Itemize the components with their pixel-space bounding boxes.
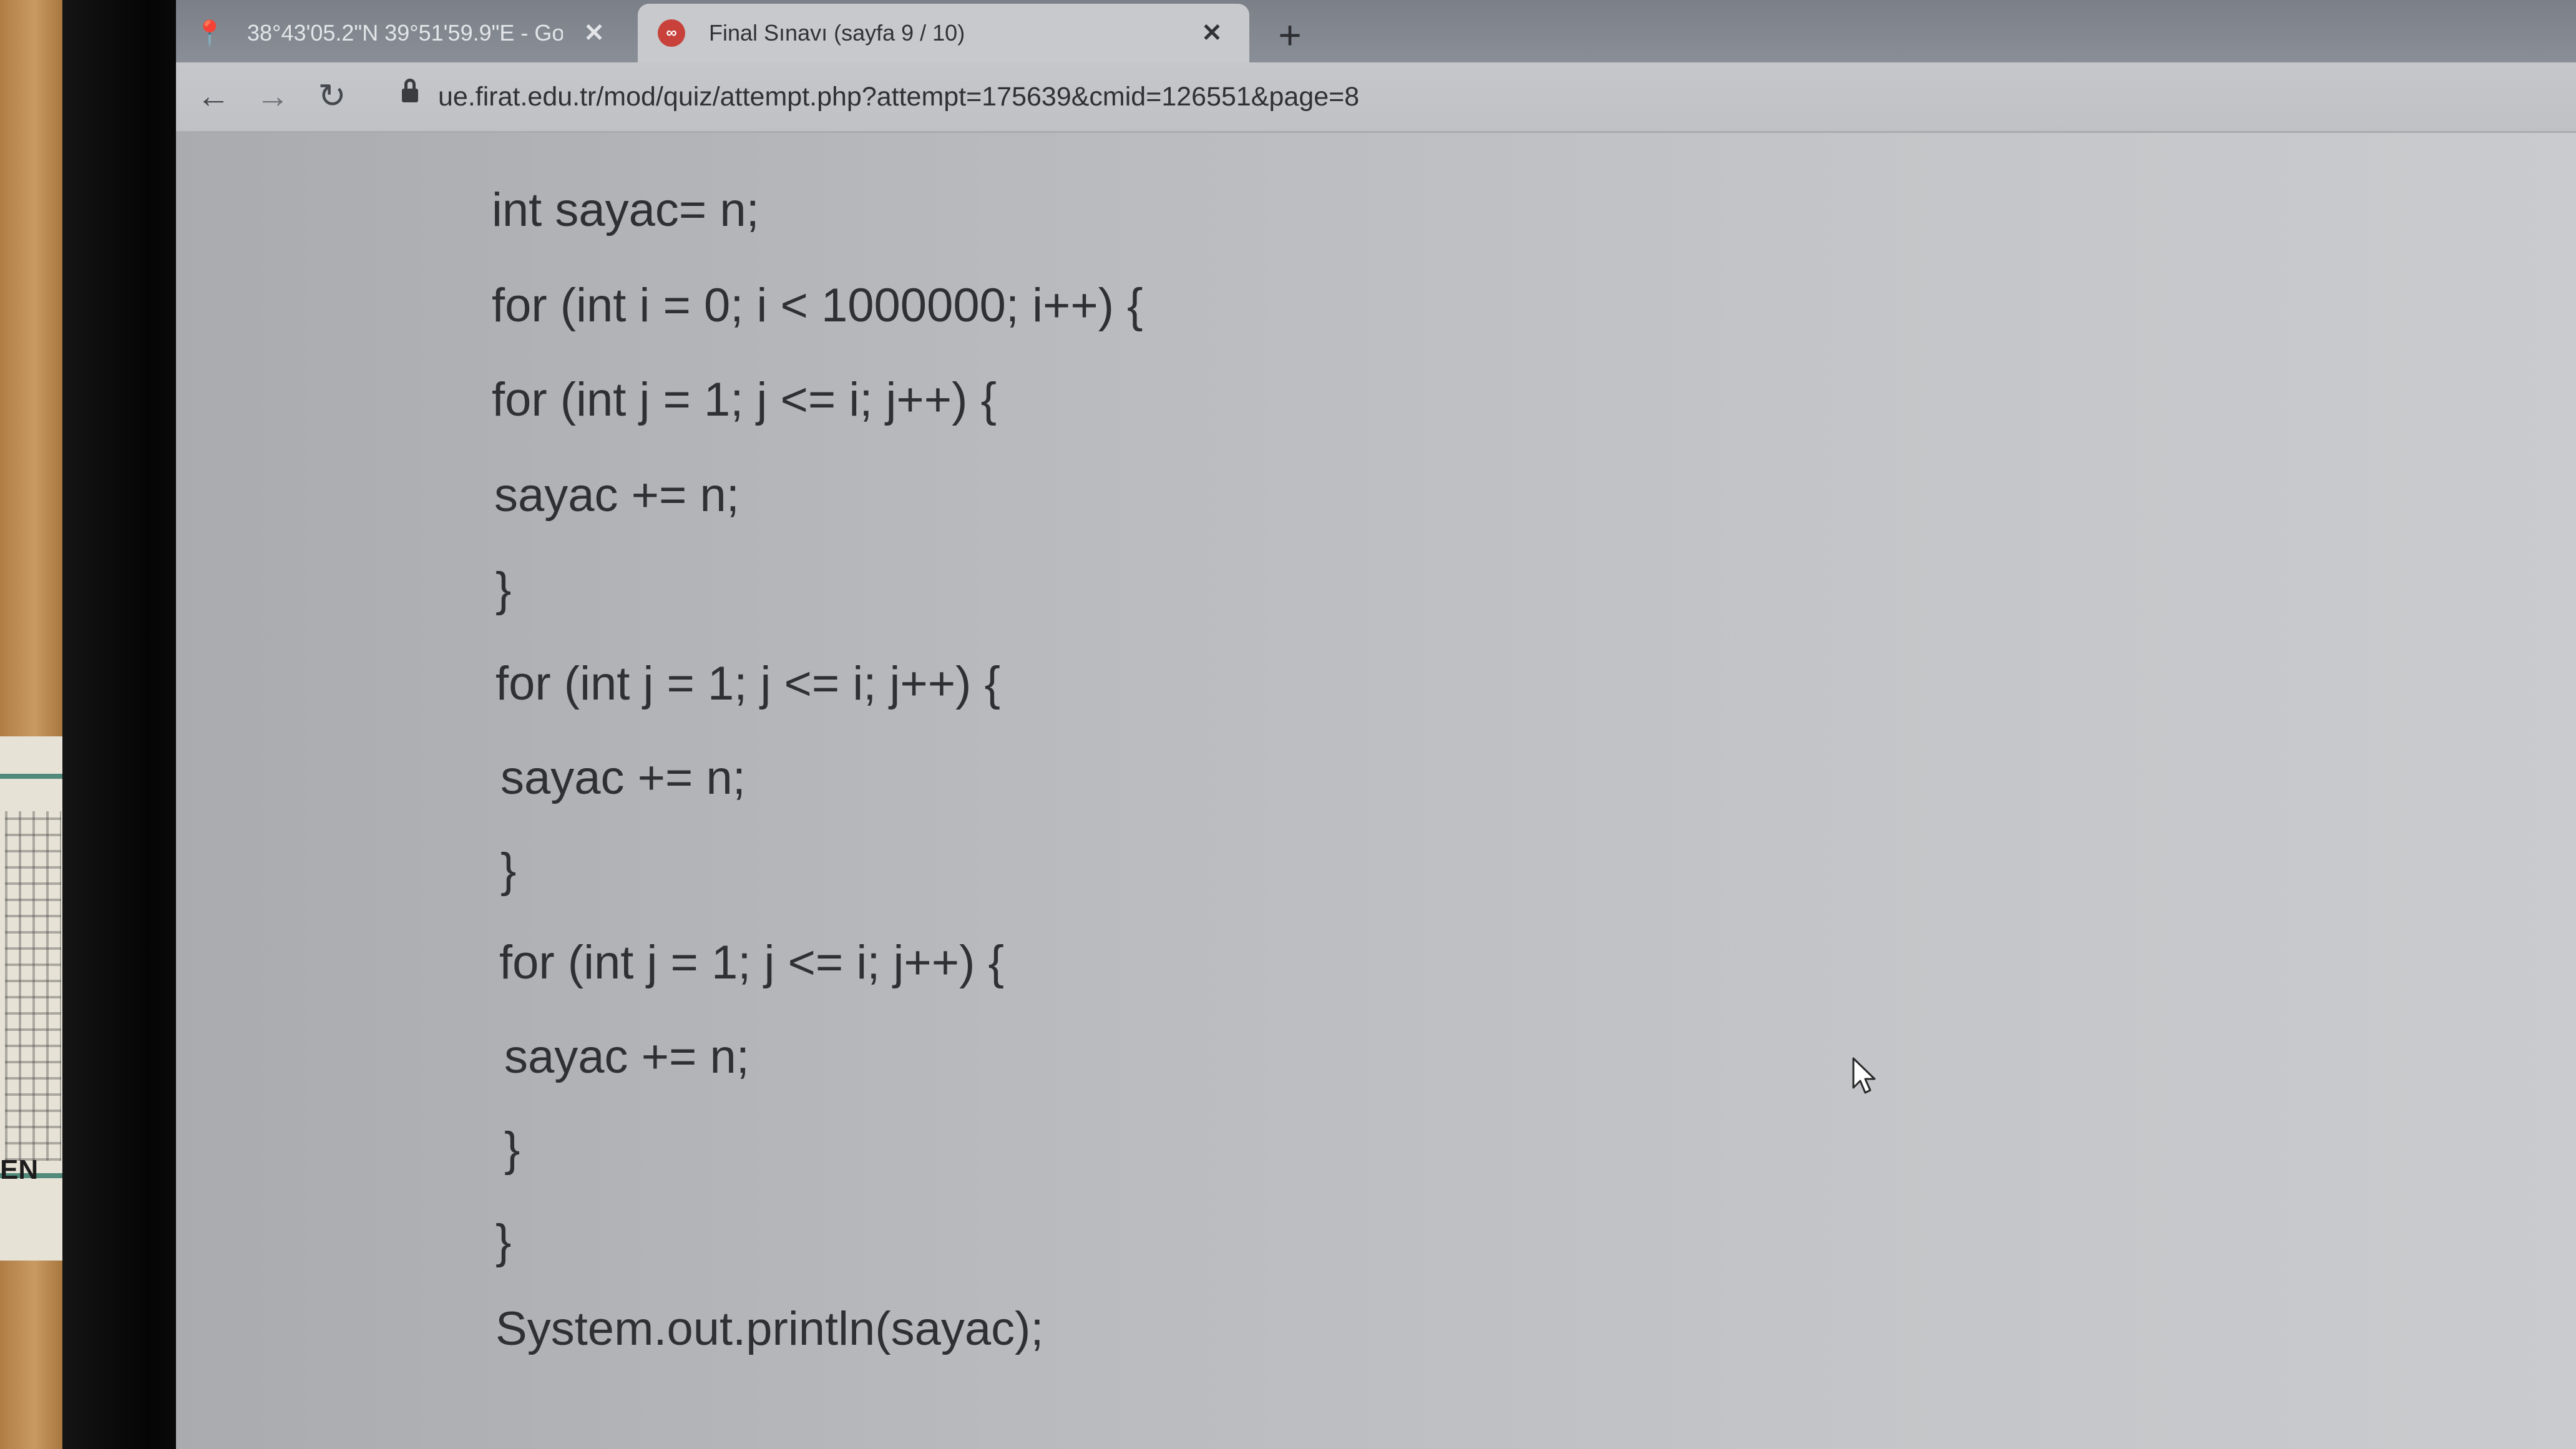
reload-button[interactable]: ↻ bbox=[307, 71, 357, 121]
code-line: System.out.println(sayac); bbox=[495, 1302, 1044, 1355]
monitor-screen: 📍 38°43'05.2"N 39°51'59.9"E - Goo ✕ ∞ Fi… bbox=[176, 0, 2576, 1449]
new-tab-button[interactable]: + bbox=[1265, 10, 1315, 60]
code-line: } bbox=[495, 563, 512, 616]
tab-strip: 📍 38°43'05.2"N 39°51'59.9"E - Goo ✕ ∞ Fi… bbox=[176, 0, 2576, 62]
address-bar[interactable]: ue.firat.edu.tr/mod/quiz/attempt.php?att… bbox=[438, 76, 1359, 117]
mouse-cursor-icon bbox=[1852, 1057, 1876, 1094]
back-button[interactable]: ← bbox=[188, 71, 238, 121]
browser-toolbar: ← → ↻ ue.firat.edu.tr/mod/quiz/attempt.p… bbox=[176, 62, 2576, 133]
lock-icon[interactable] bbox=[402, 79, 418, 106]
code-line: } bbox=[504, 1123, 520, 1176]
code-line: for (int i = 0; i < 1000000; i++) { bbox=[492, 279, 1143, 332]
tab-google-maps[interactable]: 📍 38°43'05.2"N 39°51'59.9"E - Goo ✕ bbox=[176, 4, 632, 62]
tab-title: 38°43'05.2"N 39°51'59.9"E - Goo bbox=[247, 20, 563, 46]
code-line: sayac += n; bbox=[500, 751, 746, 804]
forward-button[interactable]: → bbox=[248, 71, 298, 121]
code-line: sayac += n; bbox=[494, 469, 739, 522]
moodle-quiz-icon: ∞ bbox=[656, 18, 686, 48]
code-line: int sayac= n; bbox=[492, 183, 759, 237]
code-line: sayac += n; bbox=[504, 1030, 749, 1083]
map-pin-icon: 📍 bbox=[194, 19, 225, 47]
calendar-text: EN bbox=[0, 1154, 39, 1185]
code-line: } bbox=[495, 1215, 512, 1268]
code-line: for (int j = 1; j <= i; j++) { bbox=[495, 657, 1000, 710]
calendar-band bbox=[0, 774, 69, 779]
code-line: for (int j = 1; j <= i; j++) { bbox=[499, 936, 1004, 989]
code-line: for (int j = 1; j <= i; j++) { bbox=[492, 373, 997, 426]
close-icon[interactable]: ✕ bbox=[575, 19, 613, 47]
tab-final-exam[interactable]: ∞ Final Sınavı (sayfa 9 / 10) ✕ bbox=[638, 4, 1249, 62]
page-content: int sayac= n; for (int i = 0; i < 100000… bbox=[176, 133, 2576, 1449]
calendar-grid bbox=[5, 811, 61, 1161]
tab-title: Final Sınavı (sayfa 9 / 10) bbox=[709, 20, 965, 46]
close-icon[interactable]: ✕ bbox=[1193, 19, 1231, 47]
code-line: } bbox=[500, 844, 517, 897]
